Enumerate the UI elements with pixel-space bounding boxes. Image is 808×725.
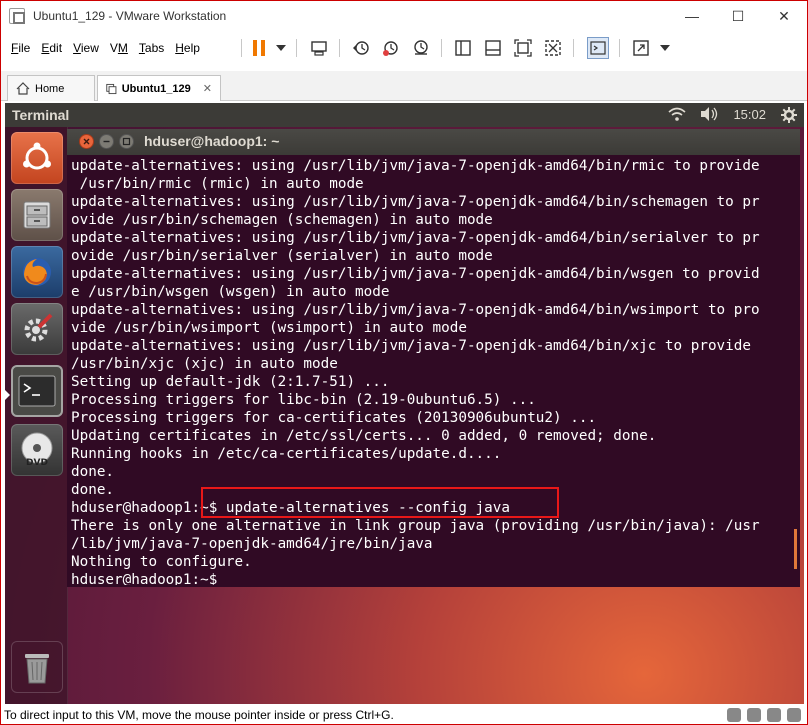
files-icon[interactable] [11,189,63,241]
terminal-line: e /usr/bin/wsgen (wsgen) in auto mode [71,284,390,300]
settings-icon[interactable] [780,106,798,127]
menu-edit[interactable]: Edit [41,41,62,55]
cdrom-icon[interactable] [747,708,761,722]
tab-home[interactable]: Home [7,75,95,101]
device-status-icons [727,708,801,722]
svg-text:DVD: DVD [26,458,48,468]
terminal-line: Setting up default-jdk (2:1.7-51) ... [71,374,390,390]
window-title: Ubuntu1_129 - VMware Workstation [33,9,227,23]
dropdown-icon[interactable] [271,38,291,58]
terminal-output[interactable]: update-alternatives: using /usr/lib/jvm/… [71,157,795,585]
menu-help[interactable]: Help [175,41,200,55]
ubuntu-top-panel: Terminal 15:02 [5,103,804,127]
clock[interactable]: 15:02 [733,107,766,122]
pause-icon[interactable] [249,38,269,58]
dropdown-icon[interactable] [655,38,675,58]
home-icon [16,82,30,95]
status-text: To direct input to this VM, move the mou… [4,708,394,722]
send-ctrl-alt-del-icon[interactable] [309,38,329,58]
toolbar-separator [573,39,574,57]
terminal-line: hduser@hadoop1:~$ [71,572,218,585]
terminal-icon[interactable] [11,365,63,417]
status-bar: To direct input to this VM, move the mou… [1,706,807,724]
system-settings-icon[interactable] [11,303,63,355]
vm-icon [106,83,117,94]
terminal-line: ovide /usr/bin/schemagen (schemagen) in … [71,212,493,228]
terminal-line: Updating certificates in /etc/ssl/certs.… [71,428,657,444]
terminal-scrollbar[interactable] [794,529,797,569]
close-button[interactable]: ✕ [761,1,807,31]
menu-file[interactable]: File [11,41,30,55]
vm-screen[interactable]: Terminal 15:02 DVD hduser@hadoop1: ~ upd… [5,103,804,704]
terminal-minimize-button[interactable] [99,134,114,149]
terminal-title: hduser@hadoop1: ~ [144,133,280,149]
terminal-line: Processing triggers for ca-certificates … [71,410,597,426]
network-icon[interactable] [767,708,781,722]
toolbar-separator [241,39,242,57]
menu-vm[interactable]: VM [110,41,128,55]
vmware-window: Ubuntu1_129 - VMware Workstation — ☐ ✕ F… [0,0,808,725]
ubuntu-dash-icon[interactable] [11,132,63,184]
terminal-line: /usr/bin/rmic (rmic) in auto mode [71,176,364,192]
terminal-line: update-alternatives: using /usr/lib/jvm/… [71,302,760,318]
active-app-name: Terminal [12,107,70,123]
terminal-line: update-alternatives: using /usr/lib/jvm/… [71,338,751,354]
terminal-line: Running hooks in /etc/ca-certificates/up… [71,446,502,462]
highlight-box [201,487,559,518]
vmware-app-icon [9,8,25,24]
terminal-maximize-button[interactable] [119,134,134,149]
sidebar-icon[interactable] [453,38,473,58]
terminal-window[interactable]: hduser@hadoop1: ~ update-alternatives: u… [67,129,800,587]
terminal-line: There is only one alternative in link gr… [71,518,760,534]
maximize-button[interactable]: ☐ [715,1,761,31]
usb-icon[interactable] [787,708,801,722]
fullscreen-icon[interactable] [513,38,533,58]
terminal-line: ovide /usr/bin/serialver (serialver) in … [71,248,493,264]
unity-launcher: DVD [5,127,68,704]
unity-icon[interactable] [543,38,563,58]
terminal-line: update-alternatives: using /usr/lib/jvm/… [71,230,760,246]
menu-view[interactable]: View [73,41,99,55]
terminal-line: update-alternatives: using /usr/lib/jvm/… [71,158,760,174]
hdd-icon[interactable] [727,708,741,722]
tab-ubuntu1-129[interactable]: Ubuntu1_129 ✕ [97,75,221,101]
revert-snapshot-icon[interactable] [381,38,401,58]
terminal-line: done. [71,464,115,480]
dvd-icon[interactable]: DVD [11,424,63,476]
stretch-icon[interactable] [631,38,651,58]
tab-bar: Home Ubuntu1_129 ✕ [1,71,807,101]
wifi-icon[interactable] [667,106,687,125]
snapshot-manager-icon[interactable] [411,38,431,58]
terminal-line: update-alternatives: using /usr/lib/jvm/… [71,194,760,210]
terminal-close-button[interactable] [79,134,94,149]
minimize-button[interactable]: — [669,1,715,31]
menu-tabs[interactable]: Tabs [139,41,164,55]
console-icon[interactable] [587,37,609,59]
trash-icon[interactable] [11,641,63,693]
menu-bar: File Edit View VM Tabs Help [1,33,807,63]
volume-icon[interactable] [699,106,719,125]
terminal-line: Processing triggers for libc-bin (2.19-0… [71,392,536,408]
terminal-line: update-alternatives: using /usr/lib/jvm/… [71,266,760,282]
terminal-line: Nothing to configure. [71,554,252,570]
firefox-icon[interactable] [11,246,63,298]
active-indicator [5,390,10,400]
toolbar-separator [296,39,297,57]
title-bar: Ubuntu1_129 - VMware Workstation — ☐ ✕ [1,1,807,31]
toolbar-separator [441,39,442,57]
snapshot-icon[interactable] [351,38,371,58]
toolbar-separator [339,39,340,57]
terminal-title-bar: hduser@hadoop1: ~ [67,129,800,155]
close-tab-icon[interactable]: ✕ [203,82,212,95]
terminal-line: /lib/jvm/java-7-openjdk-amd64/jre/bin/ja… [71,536,433,552]
thumbnail-icon[interactable] [483,38,503,58]
terminal-line: vide /usr/bin/wsimport (wsimport) in aut… [71,320,467,336]
toolbar-separator [619,39,620,57]
terminal-line: /usr/bin/xjc (xjc) in auto mode [71,356,338,372]
